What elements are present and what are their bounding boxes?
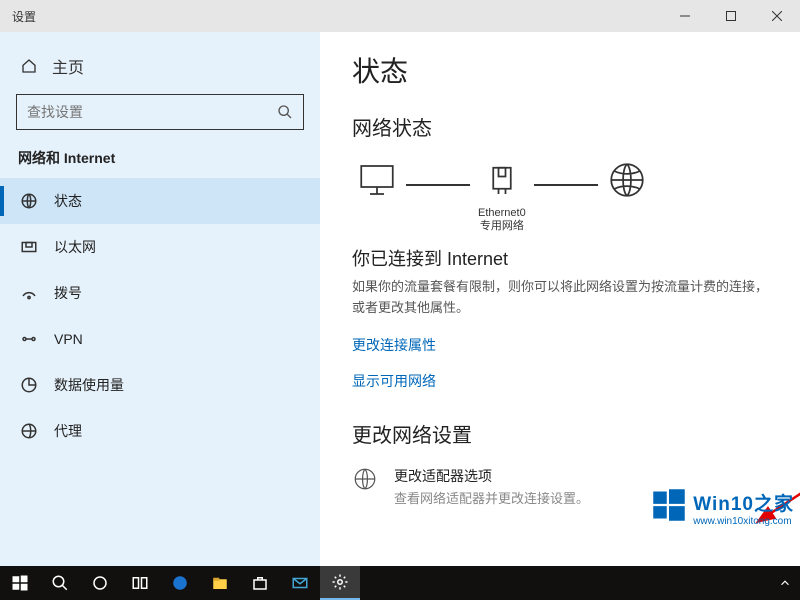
- sidebar-item-label: 状态: [54, 191, 82, 211]
- task-view-icon[interactable]: [120, 566, 160, 600]
- settings-taskbar-icon[interactable]: [320, 566, 360, 600]
- explorer-icon[interactable]: [200, 566, 240, 600]
- page-title: 状态: [352, 50, 768, 90]
- diagram-line: [406, 184, 470, 186]
- sidebar-item-dialup[interactable]: 拨号: [0, 270, 320, 316]
- device-label: Ethernet0 专用网络: [478, 207, 526, 233]
- sidebar: 主页 网络和 Internet 状态 以太网 拨号 VPN 数据使用量: [0, 32, 320, 566]
- change-properties-link[interactable]: 更改连接属性: [352, 335, 768, 355]
- dialup-icon: [20, 284, 38, 302]
- store-icon[interactable]: [240, 566, 280, 600]
- data-usage-icon: [20, 376, 38, 394]
- device-node: Ethernet0 专用网络: [478, 159, 526, 233]
- sidebar-item-data-usage[interactable]: 数据使用量: [0, 362, 320, 408]
- network-status-title: 网络状态: [352, 112, 768, 141]
- system-tray[interactable]: [774, 576, 800, 590]
- window-title: 设置: [0, 8, 36, 25]
- adapter-desc: 查看网络适配器并更改连接设置。: [394, 488, 589, 507]
- cortana-icon[interactable]: [80, 566, 120, 600]
- connected-title: 你已连接到 Internet: [352, 245, 768, 271]
- change-settings-title: 更改网络设置: [352, 419, 768, 448]
- sidebar-item-label: VPN: [54, 331, 83, 347]
- pc-node: [356, 159, 398, 233]
- vpn-icon: [20, 330, 38, 348]
- proxy-icon: [20, 422, 38, 440]
- window-controls: [662, 0, 800, 32]
- maximize-button[interactable]: [708, 0, 754, 32]
- diagram-line: [534, 184, 598, 186]
- window-titlebar: 设置: [0, 0, 800, 32]
- start-button[interactable]: [0, 566, 40, 600]
- sidebar-item-label: 代理: [54, 421, 82, 441]
- home-label: 主页: [52, 54, 84, 78]
- home-link[interactable]: 主页: [0, 44, 320, 88]
- search-input[interactable]: [27, 104, 277, 120]
- globe-label: [625, 207, 628, 233]
- sidebar-item-ethernet[interactable]: 以太网: [0, 224, 320, 270]
- watermark: Win10之家 www.win10xitong.com: [651, 487, 794, 528]
- sidebar-category: 网络和 Internet: [0, 142, 320, 178]
- main-area: 主页 网络和 Internet 状态 以太网 拨号 VPN 数据使用量: [0, 32, 800, 566]
- search-box[interactable]: [16, 94, 304, 130]
- adapter-title: 更改适配器选项: [394, 466, 589, 486]
- content-area: 状态 网络状态 Ethernet0 专用网络 你已连接到 Internet 如果…: [320, 32, 800, 566]
- sidebar-item-label: 数据使用量: [54, 375, 124, 395]
- show-networks-link[interactable]: 显示可用网络: [352, 371, 768, 391]
- sidebar-item-label: 拨号: [54, 283, 82, 303]
- status-icon: [20, 192, 38, 210]
- sidebar-item-proxy[interactable]: 代理: [0, 408, 320, 454]
- network-diagram: Ethernet0 专用网络: [352, 159, 768, 233]
- connected-desc: 如果你的流量套餐有限制，则你可以将此网络设置为按流量计费的连接，或者更改其他属性…: [352, 277, 768, 319]
- watermark-logo-icon: [651, 487, 687, 528]
- sidebar-item-vpn[interactable]: VPN: [0, 316, 320, 362]
- taskbar: [0, 566, 800, 600]
- edge-icon[interactable]: [160, 566, 200, 600]
- watermark-title: Win10之家: [693, 489, 794, 516]
- search-icon: [277, 104, 293, 120]
- tray-chevron-up-icon[interactable]: [778, 576, 792, 590]
- globe-node: [606, 159, 648, 233]
- adapter-icon: [352, 466, 380, 494]
- pc-label: [375, 207, 378, 233]
- home-icon: [20, 58, 38, 74]
- close-button[interactable]: [754, 0, 800, 32]
- sidebar-item-label: 以太网: [54, 237, 96, 257]
- sidebar-item-status[interactable]: 状态: [0, 178, 320, 224]
- ethernet-icon: [20, 238, 38, 256]
- mail-icon[interactable]: [280, 566, 320, 600]
- taskbar-search-icon[interactable]: [40, 566, 80, 600]
- minimize-button[interactable]: [662, 0, 708, 32]
- watermark-url: www.win10xitong.com: [693, 516, 794, 527]
